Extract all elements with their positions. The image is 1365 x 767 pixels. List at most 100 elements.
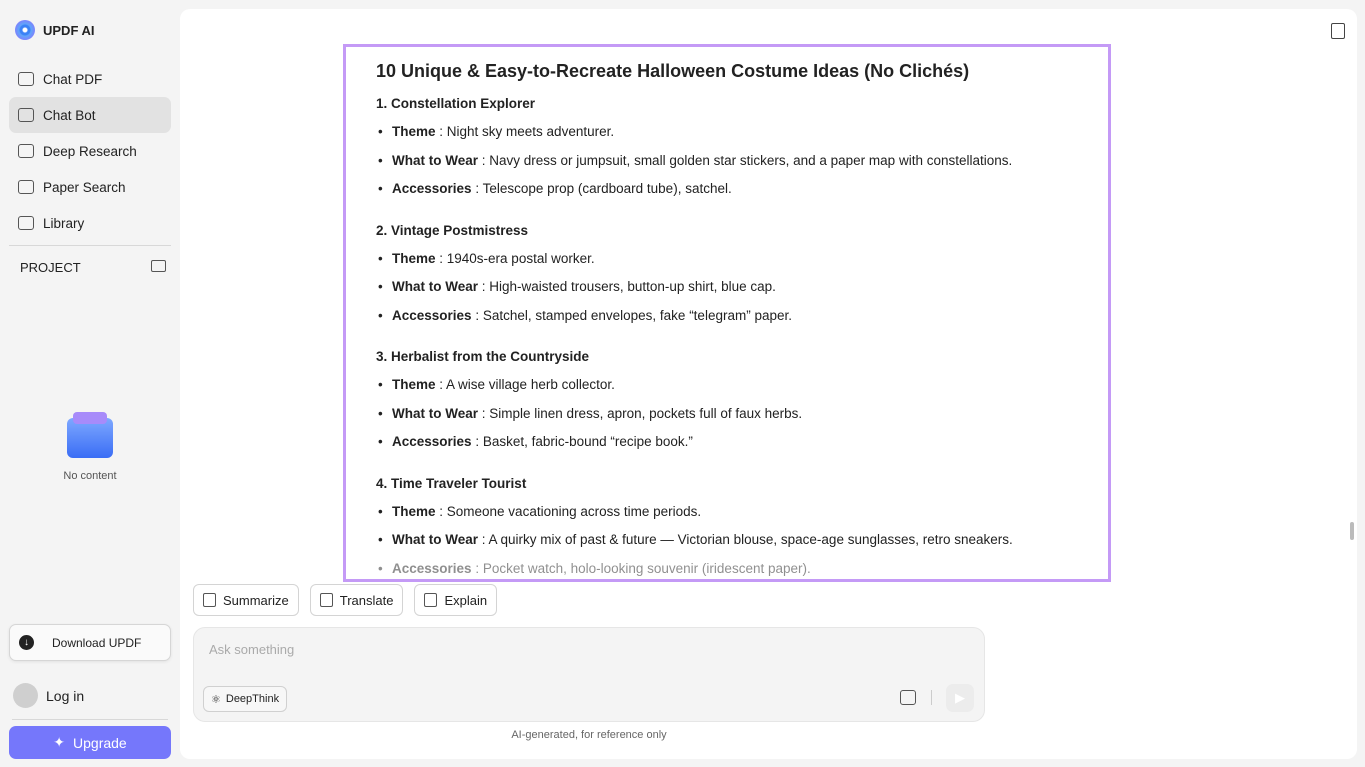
list-item: What to Wear : A quirky mix of past & fu… [376, 532, 1078, 561]
book-icon [424, 593, 438, 607]
separator [931, 690, 932, 705]
section-title-text: 1. Constellation Explorer [376, 96, 536, 111]
item-value: : Pocket watch, holo-looking souvenir (i… [471, 560, 811, 576]
project-header: PROJECT [20, 260, 166, 275]
item-value: : Basket, fabric-bound “recipe book.” [471, 434, 693, 449]
disclaimer: AI-generated, for reference only [511, 729, 667, 741]
item-value: : Night sky meets adventurer. [435, 124, 615, 139]
send-button[interactable]: ▶ [946, 684, 974, 712]
deepthink-label: DeepThink [225, 693, 280, 705]
input-placeholder: Ask something [209, 642, 295, 657]
item-value: : Simple linen dress, apron, pockets ful… [478, 405, 803, 421]
item-key: Accessories [392, 181, 472, 196]
sidebar-item-label: Paper Search [43, 179, 126, 195]
bot-icon [18, 108, 34, 122]
section-title-text: 4. Time Traveler Tourist [376, 475, 527, 491]
costume-section: 4. Time Traveler Tourist Theme : Someone … [376, 476, 1078, 580]
item-value: : 1940s-era postal worker. [435, 250, 595, 266]
costume-section: 3. Herbalist from the Countryside Theme :… [376, 349, 1078, 463]
list-item: Theme : Someone vacationing across time … [376, 504, 1078, 533]
item-value: : Someone vacationing across time period… [435, 503, 702, 519]
sidebar-item[interactable]: Paper Search [9, 169, 171, 205]
list-item: What to Wear : High-waisted trousers, bu… [376, 279, 1078, 308]
section-title-text: 2. Vintage Postmistress [376, 222, 529, 238]
item-value: : Navy dress or jumpsuit, small golden s… [478, 152, 1013, 168]
sidebar-item[interactable]: Deep Research [9, 133, 171, 169]
download-icon: ↓ [19, 635, 34, 650]
download-label: Download UPDF [52, 635, 142, 650]
list-item: Accessories : Telescope prop (cardboard … [376, 181, 1078, 210]
item-key: What to Wear [392, 152, 479, 168]
trash-icon[interactable] [1331, 23, 1345, 39]
book-icon [18, 72, 34, 86]
item-key: What to Wear [392, 279, 479, 294]
quick-actions: Summarize Translate Explain [193, 584, 498, 616]
detail-list: Theme : A wise village herb collector.Wh… [376, 377, 1078, 463]
download-updf-button[interactable]: ↓ Download UPDF [9, 624, 171, 661]
summarize-icon [203, 593, 216, 607]
explain-button[interactable]: Explain [414, 584, 498, 616]
sidebar-item-label: Chat PDF [43, 71, 103, 87]
empty-folder-illustration [67, 412, 113, 458]
divider [9, 245, 171, 246]
item-key: Theme [392, 250, 436, 266]
action-label: Translate [339, 592, 394, 608]
updf-logo-icon [15, 20, 35, 40]
login-label: Log in [46, 687, 85, 704]
sidebar-nav: Chat PDF Chat Bot Deep Research Paper Searc… [9, 61, 171, 241]
item-key: Accessories [392, 307, 472, 323]
sidebar-item-label: Deep Research [43, 143, 137, 159]
item-value: : Satchel, stamped envelopes, fake “tele… [471, 307, 792, 323]
list-item: Theme : Night sky meets adventurer. [376, 124, 1078, 153]
sidebar-item[interactable]: Library [9, 205, 171, 241]
list-item: Accessories : Satchel, stamped envelopes… [376, 308, 1078, 337]
chat-input[interactable]: Ask something ⚛ DeepThink ▶ [193, 627, 985, 722]
sidebar: UPDF AI Chat PDF Chat Bot Deep Research Pap… [0, 0, 180, 767]
scrollbar[interactable] [1350, 522, 1354, 540]
answer-message: 10 Unique & Easy-to-Recreate Halloween C… [343, 44, 1111, 582]
item-key: Theme [392, 377, 436, 392]
login-button[interactable]: Log in [13, 683, 84, 708]
item-key: What to Wear [392, 405, 479, 421]
upgrade-label: Upgrade [73, 734, 127, 751]
list-item: Theme : 1940s-era postal worker. [376, 251, 1078, 280]
translate-icon [319, 593, 333, 607]
list-item: What to Wear : Navy dress or jumpsuit, s… [376, 153, 1078, 182]
section-title: 4. Time Traveler Tourist [376, 476, 1078, 491]
detail-list: Theme : Night sky meets adventurer.What … [376, 124, 1078, 210]
costume-section: 2. Vintage Postmistress Theme : 1940s-era… [376, 223, 1078, 337]
deepthink-toggle[interactable]: ⚛ DeepThink [203, 686, 288, 712]
list-item: Theme : A wise village herb collector. [376, 377, 1078, 406]
item-key: What to Wear [392, 532, 479, 547]
sidebar-item-label: Chat Bot [43, 107, 96, 123]
item-key: Accessories [392, 560, 472, 576]
list-item: Accessories : Basket, fabric-bound “reci… [376, 434, 1078, 463]
summarize-button[interactable]: Summarize [193, 584, 299, 616]
new-folder-icon[interactable] [151, 260, 166, 272]
sidebar-item-label: Library [43, 215, 85, 231]
action-label: Summarize [223, 592, 289, 608]
sidebar-item[interactable]: Chat PDF [9, 61, 171, 97]
answer-title: 10 Unique & Easy-to-Recreate Halloween C… [376, 61, 970, 81]
paper-search-icon [18, 180, 34, 194]
sidebar-item[interactable]: Chat Bot [9, 97, 171, 133]
detail-list: Theme : 1940s-era postal worker.What to … [376, 251, 1078, 337]
section-title-text: 3. Herbalist from the Countryside [376, 349, 590, 364]
divider [12, 719, 168, 720]
atom-icon: ⚛ [211, 693, 221, 706]
upgrade-button[interactable]: ✦ Upgrade [9, 726, 171, 759]
item-value: : Telescope prop (cardboard tube), satch… [471, 181, 732, 196]
item-key: Theme [392, 124, 436, 139]
list-item: What to Wear : Simple linen dress, apron… [376, 406, 1078, 435]
app-title: UPDF AI [43, 22, 95, 38]
logo[interactable]: UPDF AI [15, 20, 95, 40]
item-value: : A wise village herb collector. [435, 377, 615, 392]
empty-state: No content [0, 412, 180, 482]
telescope-icon [18, 144, 34, 158]
costume-section: 1. Constellation Explorer Theme : Night s… [376, 96, 1078, 210]
action-label: Explain [444, 592, 488, 608]
empty-text: No content [63, 470, 117, 482]
image-upload-icon[interactable] [900, 690, 916, 705]
translate-button[interactable]: Translate [309, 584, 404, 616]
library-icon [18, 216, 34, 230]
